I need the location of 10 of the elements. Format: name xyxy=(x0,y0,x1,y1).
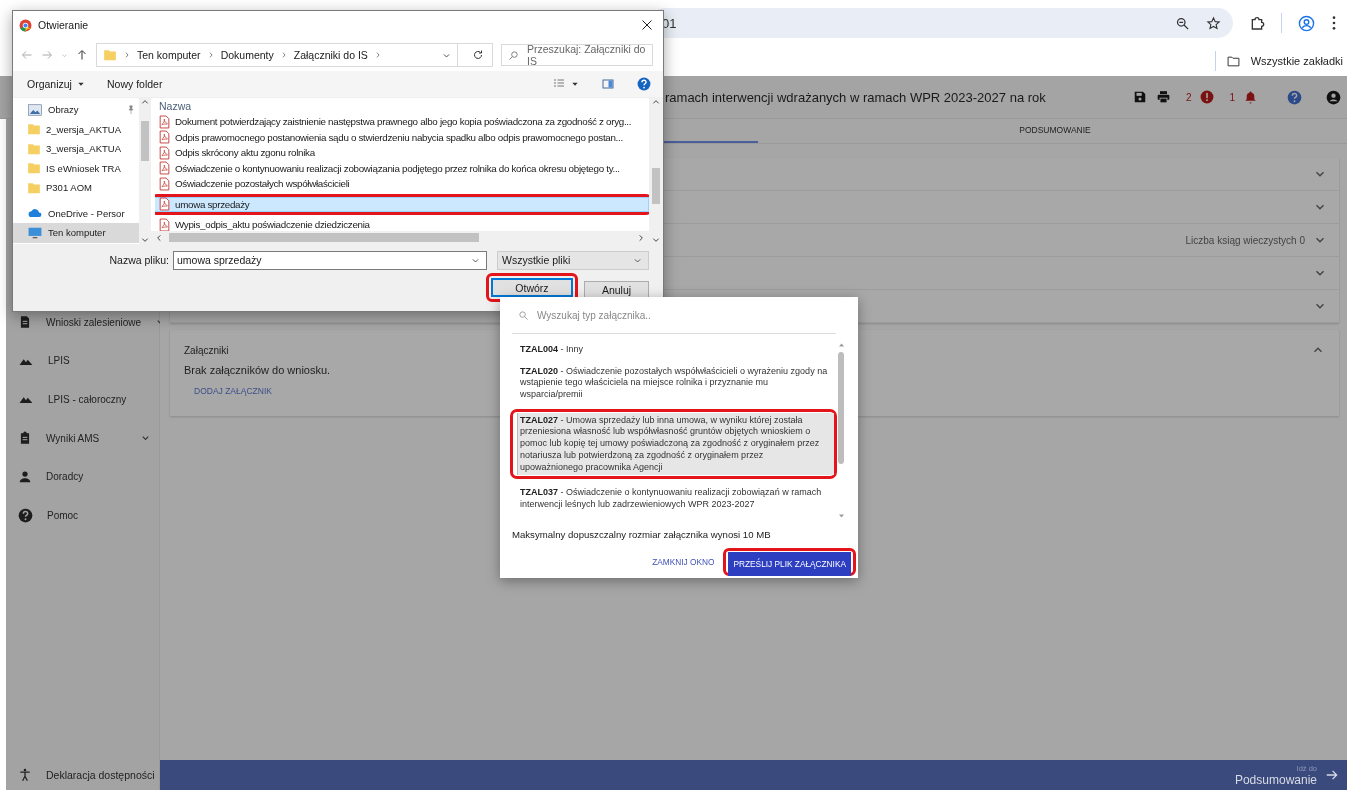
size-limit-note: Maksymalny dopuszczalny rozmiar załącznika wynosi 10 MB xyxy=(512,528,772,540)
section-summary: Liczba ksiąg wieczystych 0 xyxy=(1185,234,1305,246)
file-name-label: Nazwa pliku: xyxy=(109,254,169,266)
error-count: 2 xyxy=(1185,91,1192,103)
card-title: Załączniki xyxy=(184,344,229,356)
dialog-title: Otwieranie xyxy=(38,19,90,31)
empty-message: Brak załączników do wniosku. xyxy=(184,364,331,376)
page-title: ramach interwencji wdrażanych w ramach WPR 2023-2027 na rok xyxy=(665,89,1047,105)
next-step-label: Podsumowanie xyxy=(1234,772,1317,787)
notification-count: 1 xyxy=(1229,91,1235,103)
